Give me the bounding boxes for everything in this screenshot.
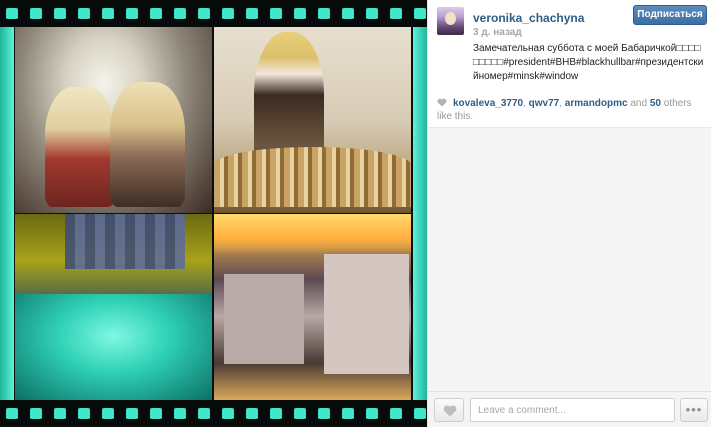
likes-others-count[interactable]: 50	[650, 98, 661, 109]
film-hole	[198, 8, 210, 19]
photo-figure	[45, 87, 115, 207]
photo-curtain	[65, 214, 185, 269]
film-hole	[6, 8, 18, 19]
film-hole	[78, 8, 90, 19]
film-hole	[366, 408, 378, 419]
film-hole	[222, 408, 234, 419]
film-hole	[54, 8, 66, 19]
film-hole	[294, 8, 306, 19]
film-hole	[150, 408, 162, 419]
film-strip-bottom	[0, 400, 427, 427]
film-hole	[342, 408, 354, 419]
post-caption: Замечательная суббота с моей Бабаричкой□…	[473, 43, 704, 82]
photo-sunlight	[214, 214, 411, 254]
film-hole	[294, 408, 306, 419]
follow-button[interactable]: Подписаться	[633, 5, 707, 25]
likes-summary: kovaleva_3770, qwv77, armandopmc and 50 …	[437, 97, 703, 123]
film-hole	[390, 408, 402, 419]
film-hole	[270, 8, 282, 19]
film-hole	[246, 8, 258, 19]
film-hole	[318, 8, 330, 19]
film-hole	[414, 8, 426, 19]
photo-mirror-frame	[214, 147, 411, 207]
photo-figure	[110, 82, 185, 207]
collage-tile-party	[15, 27, 212, 213]
film-hole	[222, 8, 234, 19]
avatar-face	[445, 12, 456, 25]
liker-link[interactable]: qwv77	[529, 98, 560, 109]
ellipsis-icon[interactable]: •••	[680, 398, 708, 422]
film-hole	[30, 408, 42, 419]
film-hole	[318, 408, 330, 419]
username-link[interactable]: veronika_chachyna	[473, 11, 584, 25]
film-hole	[126, 8, 138, 19]
heart-icon	[443, 405, 457, 417]
film-hole	[174, 408, 186, 419]
photo-building	[224, 274, 304, 364]
film-hole	[126, 408, 138, 419]
comments-list	[428, 127, 711, 391]
film-hole	[30, 8, 42, 19]
film-hole	[270, 408, 282, 419]
collage-tile-city-view	[214, 214, 411, 400]
collage-tile-selfie	[214, 27, 411, 213]
liker-link[interactable]: kovaleva_3770	[453, 98, 523, 109]
film-holes	[0, 8, 427, 19]
film-hole	[174, 8, 186, 19]
comment-input[interactable]	[470, 398, 675, 422]
post-photo[interactable]	[0, 0, 427, 427]
film-hole	[198, 408, 210, 419]
post-timestamp[interactable]: 3 д. назад	[473, 27, 522, 38]
film-strip-top	[0, 0, 427, 27]
film-hole	[390, 8, 402, 19]
heart-icon	[437, 98, 447, 107]
film-edge-right	[413, 27, 427, 400]
film-hole	[414, 408, 426, 419]
film-hole	[6, 408, 18, 419]
film-hole	[102, 8, 114, 19]
photo-building	[324, 254, 409, 374]
collage-tile-pool	[15, 214, 212, 400]
film-hole	[54, 408, 66, 419]
film-holes	[0, 408, 427, 419]
avatar[interactable]	[437, 7, 464, 35]
film-hole	[78, 408, 90, 419]
likes-and-text: and	[627, 98, 650, 109]
photo-pool	[15, 294, 212, 400]
comment-bar: •••	[428, 391, 711, 427]
post-sidebar: veronika_chachyna 3 д. назад Замечательн…	[427, 0, 711, 427]
post-header: veronika_chachyna 3 д. назад Замечательн…	[428, 0, 711, 127]
film-hole	[342, 8, 354, 19]
film-hole	[246, 408, 258, 419]
film-hole	[150, 8, 162, 19]
film-edge-left	[0, 27, 14, 400]
film-hole	[102, 408, 114, 419]
film-hole	[366, 8, 378, 19]
liker-link[interactable]: armandopmc	[565, 98, 628, 109]
like-button[interactable]	[434, 398, 464, 422]
